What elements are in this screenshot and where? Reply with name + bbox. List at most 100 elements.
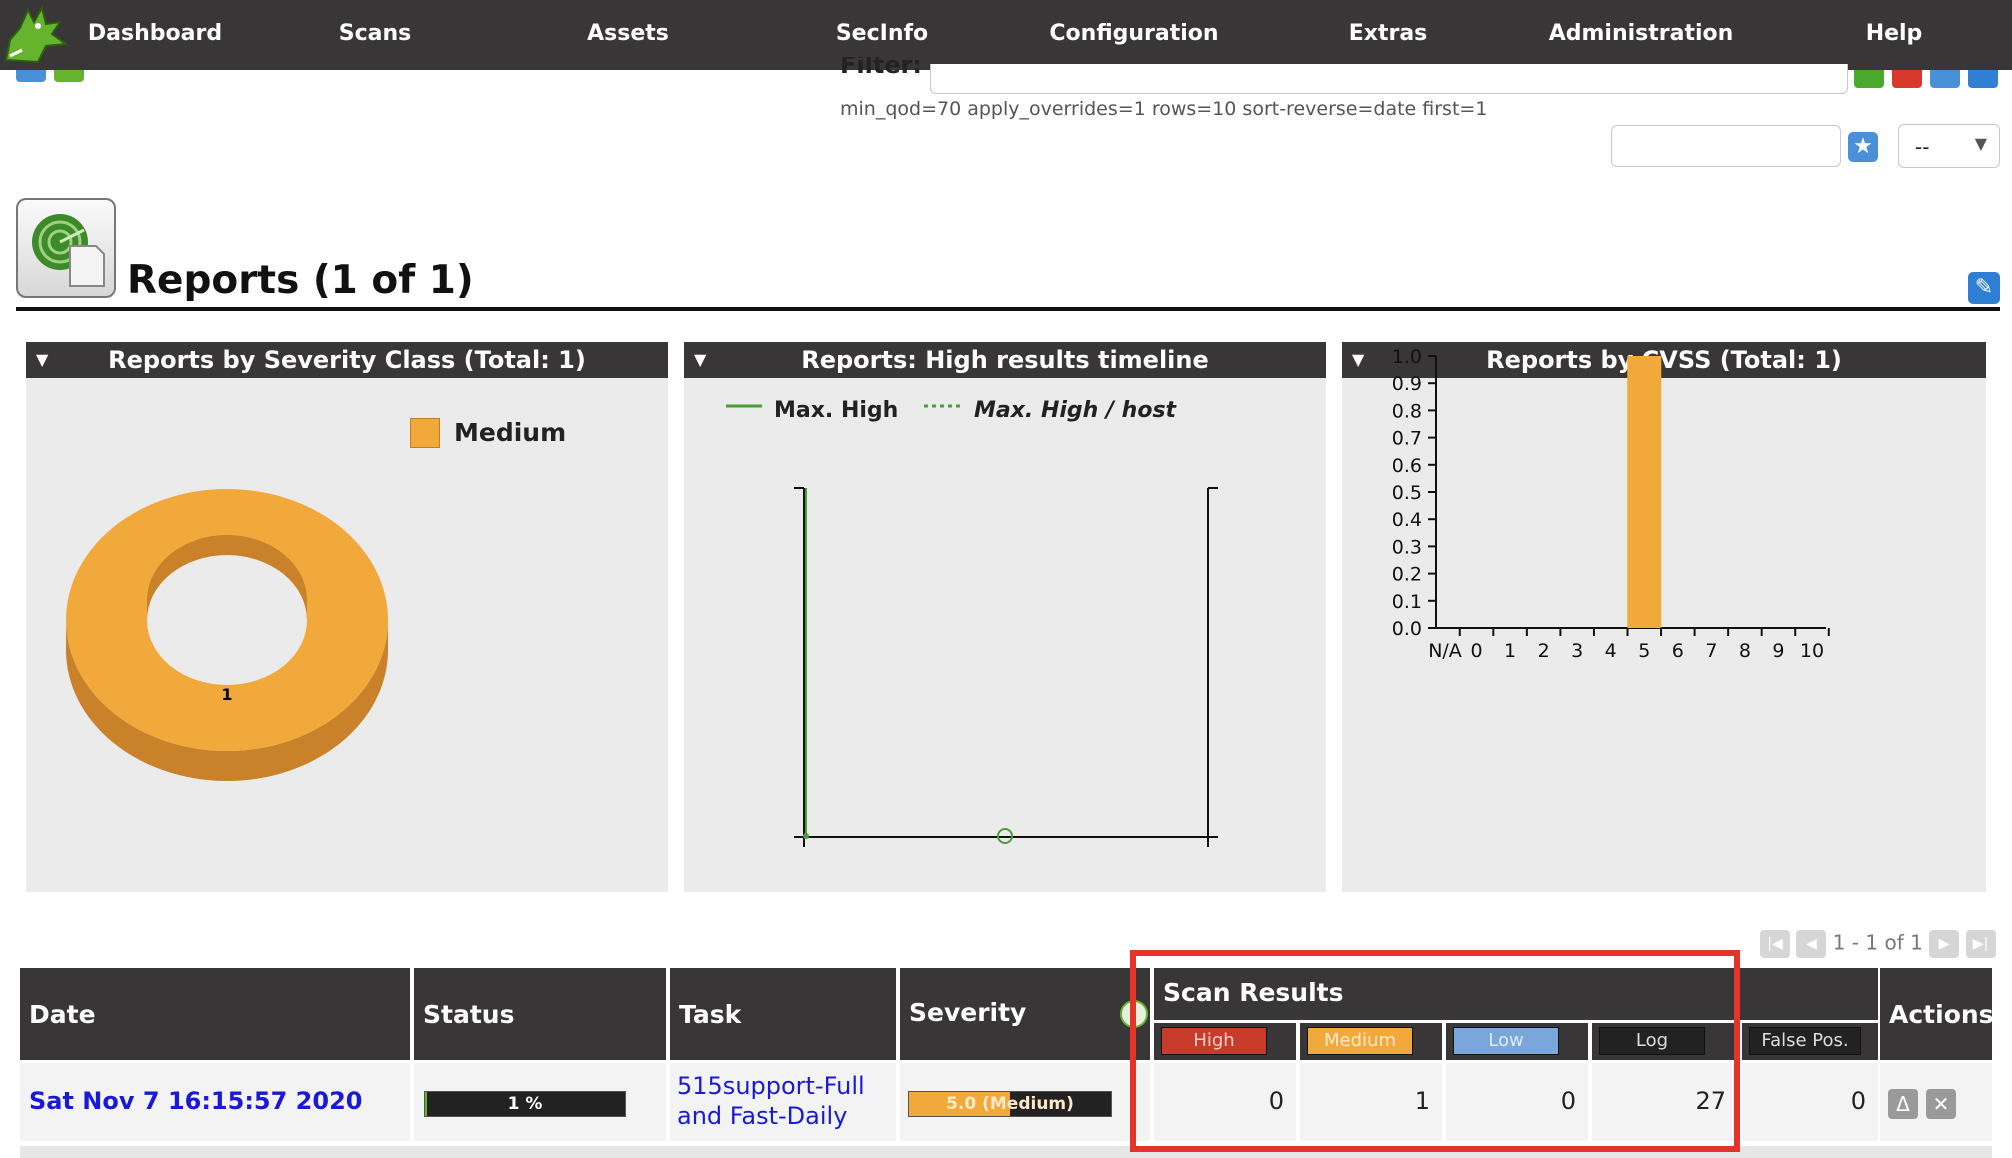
previous-page-icon[interactable]: ◀	[1796, 930, 1827, 958]
cvss-bar-chart: 0.0 0.1 0.2 0.3 0.4 0.5 0.6 0.7 0.8 0.9 1.0 N/A 0 1 2 3…	[1392, 346, 1830, 662]
wrench-icon[interactable]: ✎	[1968, 272, 2000, 304]
nav-scans[interactable]: Scans	[339, 0, 412, 70]
reports-icon	[16, 198, 116, 298]
cvss-bar-5[interactable]	[1627, 356, 1662, 628]
cvss-y-tick-label: 0.8	[1392, 400, 1422, 422]
table-cell-task: 515support-Full and Fast-Daily	[670, 1063, 896, 1141]
cvss-y-tick-label: 0.9	[1392, 373, 1422, 395]
cvss-x-tick-label: 8	[1739, 640, 1751, 662]
column-header-status[interactable]: Status	[414, 968, 666, 1060]
column-header-scan-results-label: Scan Results	[1163, 978, 1344, 1007]
apply-overrides-icon[interactable]	[1120, 1000, 1148, 1028]
greenbone-logo[interactable]	[0, 0, 80, 70]
medium-count: 1	[1414, 1087, 1430, 1115]
refresh-filter-icon[interactable]	[1854, 70, 1884, 88]
table-cell-status: 1 %	[414, 1063, 666, 1141]
nav-extras[interactable]: Extras	[1349, 0, 1428, 70]
report-date-link[interactable]: Sat Nov 7 16:15:57 2020	[29, 1087, 362, 1115]
column-header-task[interactable]: Task	[670, 968, 896, 1060]
cvss-y-tick-label: 0.6	[1392, 455, 1422, 477]
false-pos-count: 0	[1850, 1087, 1866, 1115]
filter-input[interactable]	[930, 64, 1848, 94]
title-divider	[16, 307, 2000, 311]
delete-icon[interactable]: ✕	[1926, 1089, 1956, 1119]
cvss-x-tick-label: 9	[1772, 640, 1784, 662]
column-header-date[interactable]: Date	[20, 968, 410, 1060]
nav-administration[interactable]: Administration	[1549, 0, 1734, 70]
collapse-toggle-icon[interactable]: ▼	[36, 342, 48, 378]
cvss-x-tick-label: 6	[1672, 640, 1684, 662]
cvss-y-tick-label: 0.1	[1392, 591, 1422, 613]
saved-filter-select[interactable]: -- ▼	[1898, 124, 2000, 168]
task-link[interactable]: 515support-Full and Fast-Daily	[677, 1071, 893, 1131]
column-header-date-label: Date	[29, 1000, 96, 1029]
help-icon[interactable]	[16, 70, 46, 82]
pagination-text: 1 - 1 of 1	[1832, 930, 1923, 955]
next-page-icon[interactable]: ▶	[1929, 930, 1960, 958]
new-report-icon[interactable]	[54, 70, 84, 82]
sub-header-medium[interactable]: Medium	[1300, 1023, 1442, 1060]
severity-donut-chart: 1	[66, 489, 388, 781]
severity-class-panel-header: ▼ Reports by Severity Class (Total: 1)	[26, 342, 668, 378]
nav-configuration[interactable]: Configuration	[1049, 0, 1218, 70]
chevron-down-icon: ▼	[1974, 134, 1987, 153]
cvss-x-tick-label: 0	[1470, 640, 1482, 662]
cvss-panel: ▼ Reports by CVSS (Total: 1) 0.0 0.1 0.2 0.…	[1342, 342, 1986, 892]
table-cell-log: 27	[1592, 1063, 1738, 1141]
cvss-x-tick-label: 2	[1538, 640, 1550, 662]
column-header-actions-label: Actions	[1889, 1000, 1994, 1029]
low-badge: Low	[1453, 1027, 1559, 1055]
severity-bar: 5.0 (Medium)	[908, 1091, 1112, 1117]
cvss-x-tick-label: 7	[1705, 640, 1717, 662]
column-header-status-label: Status	[423, 1000, 515, 1029]
filter-name-input[interactable]	[1611, 125, 1841, 167]
sub-header-low[interactable]: Low	[1446, 1023, 1588, 1060]
cvss-x-tick-label: 5	[1638, 640, 1650, 662]
cvss-x-tick-label: 1	[1504, 640, 1516, 662]
edit-filter-icon[interactable]	[1968, 70, 1998, 88]
reset-filter-icon[interactable]	[1892, 70, 1922, 88]
table-cell-actions: Δ ✕	[1880, 1063, 1992, 1141]
column-header-task-label: Task	[679, 1000, 742, 1029]
cvss-y-tick-label: 0.0	[1392, 618, 1422, 640]
series-point-max-high	[803, 833, 809, 839]
table-cell-false-pos: 0	[1742, 1063, 1878, 1141]
nav-help[interactable]: Help	[1866, 0, 1923, 70]
timeline-panel: ▼ Reports: High results timeline Max. Hi…	[684, 342, 1326, 892]
save-filter-star-icon[interactable]: ★	[1848, 132, 1878, 162]
filter-help-icon[interactable]	[1930, 70, 1960, 88]
column-header-scan-results: Scan Results	[1154, 968, 1878, 1020]
false-pos-badge: False Pos.	[1749, 1027, 1861, 1055]
table-cell-low: 0	[1446, 1063, 1588, 1141]
page-title: Reports (1 of 1)	[127, 258, 474, 303]
donut-slice-label: 1	[221, 685, 232, 704]
cvss-x-tick-label: 10	[1800, 640, 1824, 662]
status-progress-bar: 1 %	[424, 1091, 626, 1117]
first-page-icon[interactable]: |◀	[1760, 930, 1790, 958]
low-count: 0	[1560, 1087, 1576, 1115]
sub-header-log[interactable]: Log	[1592, 1023, 1738, 1060]
applied-filter-text: min_qod=70 apply_overrides=1 rows=10 sor…	[840, 98, 1488, 120]
table-row-next-partial	[20, 1146, 1992, 1158]
cvss-y-tick-label: 1.0	[1392, 346, 1422, 368]
cvss-y-tick-label: 0.2	[1392, 564, 1422, 586]
nav-assets[interactable]: Assets	[587, 0, 669, 70]
table-cell-high: 0	[1154, 1063, 1296, 1141]
cvss-x-tick-label: N/A	[1428, 640, 1462, 662]
medium-badge: Medium	[1307, 1027, 1413, 1055]
table-cell-medium: 1	[1300, 1063, 1442, 1141]
column-header-severity[interactable]: Severity	[900, 968, 1150, 1060]
cvss-x-tick-label: 4	[1605, 640, 1617, 662]
legend-label-medium: Medium	[454, 418, 567, 447]
nav-dashboard[interactable]: Dashboard	[88, 0, 222, 70]
last-page-icon[interactable]: ▶|	[1965, 930, 1996, 958]
high-badge: High	[1161, 1027, 1267, 1055]
donut-hole	[147, 555, 307, 685]
delta-report-icon[interactable]: Δ	[1888, 1089, 1918, 1119]
severity-text: 5.0 (Medium)	[946, 1094, 1074, 1114]
table-cell-severity: 5.0 (Medium)	[900, 1063, 1150, 1141]
sub-header-false-pos[interactable]: False Pos.	[1742, 1023, 1878, 1060]
cvss-x-tick-label: 3	[1571, 640, 1583, 662]
sub-header-high[interactable]: High	[1154, 1023, 1296, 1060]
cvss-y-tick-label: 0.3	[1392, 536, 1422, 558]
